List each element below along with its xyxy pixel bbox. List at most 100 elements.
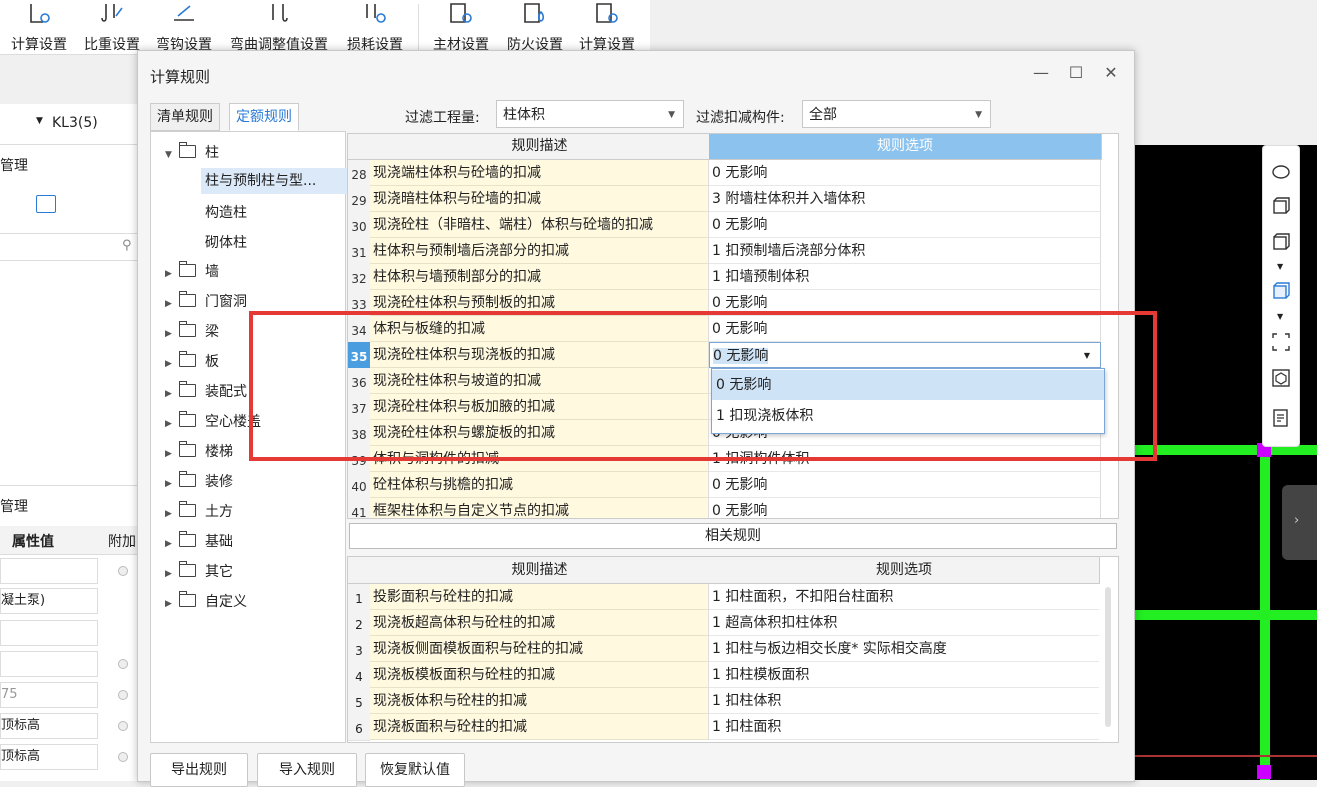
related-scrollbar[interactable] [1105, 587, 1111, 727]
export-rules-button[interactable]: 导出规则 [150, 753, 248, 787]
rule-option[interactable]: 1 扣柱面积 [709, 714, 1099, 740]
rule-option[interactable]: 1 扣预制墙后浇部分体积 [709, 238, 1101, 264]
tree-node-door-window[interactable]: ▶ 门窗洞 [165, 289, 247, 315]
attach-checkbox[interactable] [118, 566, 128, 576]
search-field[interactable]: ⚲ [0, 233, 137, 261]
fit-view-icon[interactable] [1271, 332, 1291, 352]
rule-option[interactable]: 1 扣柱面积，不扣阳台柱面积 [709, 584, 1099, 610]
filter-quantity-select[interactable]: 柱体积 ▼ [496, 100, 684, 128]
toolbar-calc-settings-button[interactable]: 计算设置 [6, 0, 72, 54]
tree-node-slab[interactable]: ▶ 板 [165, 349, 219, 375]
property-value-cell[interactable] [0, 620, 98, 646]
rule-row[interactable]: 41 框架柱体积与自定义节点的扣减 0 无影响 [348, 498, 1118, 518]
dropdown-option[interactable]: 1 扣现浇板体积 [712, 401, 1104, 431]
related-rule-row[interactable]: 6 现浇板面积与砼柱的扣减 1 扣柱面积 [348, 714, 1118, 741]
rule-option-value: 1 扣洞构件体积 [712, 451, 810, 467]
rule-row[interactable]: 40 砼柱体积与挑檐的扣减 0 无影响 [348, 472, 1118, 499]
toolbar-hook-settings-button[interactable]: 弯钩设置 [152, 0, 216, 54]
tree-node-hollow-floor[interactable]: ▶ 空心楼盖 [165, 409, 261, 435]
cube-icon[interactable] [1271, 232, 1291, 252]
toolbar-bend-adjust-button[interactable]: 弯曲调整值设置 [224, 0, 334, 54]
rotate-icon[interactable] [1271, 162, 1291, 182]
rule-option[interactable]: 1 超高体积扣柱体积 [709, 610, 1099, 636]
rule-row[interactable]: 29 现浇暗柱体积与砼墙的扣减 3 附墙柱体积并入墙体积 [348, 186, 1118, 213]
rule-row[interactable]: 33 现浇砼柱体积与预制板的扣减 0 无影响 [348, 290, 1118, 317]
chevron-down-icon[interactable]: ▼ [1277, 262, 1283, 271]
tree-node-foundation[interactable]: ▶ 基础 [165, 529, 233, 555]
tab-bill-rules[interactable]: 清单规则 [150, 103, 220, 131]
chevron-down-icon[interactable]: ▼ [1277, 312, 1283, 321]
related-rule-row[interactable]: 3 现浇板侧面模板面积与砼柱的扣减 1 扣柱与板边相交长度* 实际相交高度 [348, 636, 1118, 663]
tree-node-decoration[interactable]: ▶ 装修 [165, 469, 233, 495]
related-rule-row[interactable]: 1 投影面积与砼柱的扣减 1 扣柱面积，不扣阳台柱面积 [348, 584, 1118, 611]
tree-node-masonry-column[interactable]: 砌体柱 [205, 230, 247, 256]
copy-icon[interactable] [36, 195, 56, 213]
rule-row[interactable]: 28 现浇端柱体积与砼墙的扣减 0 无影响 [348, 160, 1118, 187]
tab-quota-rules[interactable]: 定额规则 [229, 103, 299, 131]
related-rule-row[interactable]: 2 现浇板超高体积与砼柱的扣减 1 超高体积扣柱体积 [348, 610, 1118, 637]
attach-checkbox[interactable] [118, 659, 128, 669]
toolbar-main-material-button[interactable]: 主材设置 [428, 0, 494, 54]
property-value-cell[interactable] [0, 558, 98, 584]
property-value-cell[interactable]: 75 [0, 682, 98, 708]
import-rules-button[interactable]: 导入规则 [257, 753, 357, 787]
rule-option[interactable]: 0 无影响 [709, 498, 1101, 518]
tree-node-column-precast[interactable]: 柱与预制柱与型... [201, 168, 349, 194]
tree-node-custom[interactable]: ▶ 自定义 [165, 589, 247, 615]
property-value-cell[interactable]: 凝土泵) [0, 588, 98, 614]
property-value-cell[interactable]: 顶标高 [0, 744, 98, 770]
related-rule-row[interactable]: 4 现浇板模板面积与砼柱的扣减 1 扣柱模板面积 [348, 662, 1118, 689]
rule-option[interactable]: 0 无影响 [709, 316, 1101, 342]
rule-row[interactable]: 30 现浇砼柱（非暗柱、端柱）体积与砼墙的扣减 0 无影响 [348, 212, 1118, 239]
related-rules-bar[interactable]: 相关规则 [349, 523, 1117, 549]
tree-node-column[interactable]: ▼ 柱 [165, 140, 219, 166]
rule-option[interactable]: 0 无影响 ▼ [709, 342, 1101, 368]
rule-option[interactable]: 0 无影响 [709, 472, 1101, 498]
rule-option[interactable]: 0 无影响 [709, 290, 1101, 316]
rule-row[interactable]: 39 体积与洞构件的扣减 1 扣洞构件体积 [348, 446, 1118, 473]
tree-node-beam[interactable]: ▶ 梁 [165, 319, 219, 345]
rule-option[interactable]: 1 扣墙预制体积 [709, 264, 1101, 290]
filter-deduct-select[interactable]: 全部 ▼ [802, 100, 991, 128]
chevron-down-icon[interactable]: ▼ [1084, 343, 1090, 369]
rule-option[interactable]: 0 无影响 [709, 212, 1101, 238]
related-rule-row[interactable]: 5 现浇板体积与砼柱的扣减 1 扣柱体积 [348, 688, 1118, 715]
rule-row[interactable]: 35 现浇砼柱体积与现浇板的扣减 0 无影响 ▼ [348, 342, 1118, 369]
toolbar-fireproof-button[interactable]: 防火设置 [502, 0, 568, 54]
chevron-down-icon[interactable]: ▼ [36, 116, 43, 126]
rule-option[interactable]: 1 扣柱与板边相交长度* 实际相交高度 [709, 636, 1099, 662]
tree-node-prefab[interactable]: ▶ 装配式 [165, 379, 247, 405]
toolbar-calc-settings-2-button[interactable]: 计算设置 [574, 0, 640, 54]
tree-node-stairs[interactable]: ▶ 楼梯 [165, 439, 233, 465]
minimize-button[interactable]: — [1031, 63, 1051, 83]
rule-row[interactable]: 31 柱体积与预制墙后浇部分的扣减 1 扣预制墙后浇部分体积 [348, 238, 1118, 265]
side-panel-toggle[interactable]: › [1282, 485, 1317, 560]
close-button[interactable]: ✕ [1101, 63, 1121, 83]
rule-option[interactable]: 3 附墙柱体积并入墙体积 [709, 186, 1101, 212]
solid-cube-icon[interactable] [1271, 281, 1291, 301]
attach-checkbox[interactable] [118, 721, 128, 731]
restore-defaults-button[interactable]: 恢复默认值 [365, 753, 465, 787]
attach-checkbox[interactable] [118, 690, 128, 700]
rule-row[interactable]: 32 柱体积与墙预制部分的扣减 1 扣墙预制体积 [348, 264, 1118, 291]
tree-node-earthwork[interactable]: ▶ 土方 [165, 499, 233, 525]
rule-option[interactable]: 1 扣洞构件体积 [709, 446, 1101, 472]
report-icon[interactable] [1271, 408, 1291, 428]
rule-option[interactable]: 1 扣柱模板面积 [709, 662, 1099, 688]
box-select-icon[interactable] [1271, 368, 1291, 388]
toolbar-loss-settings-button[interactable]: 损耗设置 [342, 0, 408, 54]
rule-option[interactable]: 0 无影响 [709, 160, 1101, 186]
3d-view-icon[interactable] [1271, 196, 1291, 216]
property-value-cell[interactable]: 顶标高 [0, 713, 98, 739]
tree-node-wall[interactable]: ▶ 墙 [165, 259, 219, 285]
attach-checkbox[interactable] [118, 752, 128, 762]
rule-row[interactable]: 34 体积与板缝的扣减 0 无影响 [348, 316, 1118, 343]
maximize-button[interactable]: ☐ [1066, 63, 1086, 83]
component-select[interactable]: KL3(5) [52, 115, 98, 131]
property-value-cell[interactable] [0, 651, 98, 677]
toolbar-density-settings-button[interactable]: 比重设置 [80, 0, 144, 54]
tree-node-other[interactable]: ▶ 其它 [165, 559, 233, 585]
rule-option[interactable]: 1 扣柱体积 [709, 688, 1099, 714]
tree-node-constructional-column[interactable]: 构造柱 [205, 200, 247, 226]
dropdown-option[interactable]: 0 无影响 [712, 370, 1104, 400]
